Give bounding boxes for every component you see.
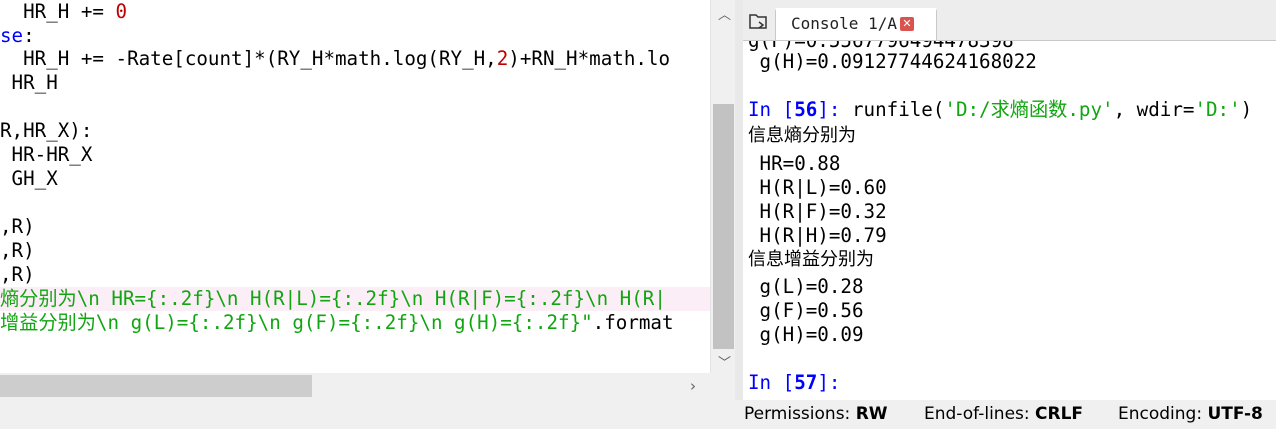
prompt-number: 56 bbox=[794, 98, 818, 121]
console-output[interactable]: g(F)=0.5567796494478398 g(H)=0.091277446… bbox=[743, 40, 1276, 401]
eol-value: CRLF bbox=[1035, 404, 1084, 424]
code-line[interactable]: ,R) bbox=[0, 239, 35, 263]
code-line[interactable]: R,HR_X): bbox=[0, 119, 92, 143]
code-line[interactable]: ,R) bbox=[0, 263, 35, 287]
code-token: : bbox=[23, 24, 35, 47]
permissions-value: RW bbox=[855, 404, 888, 424]
prompt-prefix: In [ bbox=[748, 98, 795, 121]
status-encoding: Encoding: UTF-8 bbox=[1118, 404, 1263, 424]
code-line[interactable]: se: bbox=[0, 24, 35, 48]
code-line[interactable]: HR_H bbox=[0, 71, 58, 95]
editor-horizontal-scrollbar[interactable]: › bbox=[0, 373, 710, 399]
tab-console[interactable]: Console 1/A ✕ bbox=[775, 8, 937, 40]
console-prompt-57[interactable]: In [57]: bbox=[748, 371, 840, 395]
code-token: 2 bbox=[496, 47, 509, 70]
encoding-value: UTF-8 bbox=[1207, 404, 1263, 424]
code-token: 0 bbox=[115, 0, 128, 23]
prompt-prefix: In [ bbox=[748, 371, 795, 394]
entropy-value: HR=0.88 bbox=[748, 152, 841, 175]
code-token: R,HR_X): bbox=[0, 119, 93, 142]
code-token: HR_H += bbox=[0, 0, 116, 23]
command-text: , wdir= bbox=[1113, 98, 1195, 121]
prompt-suffix: ]: bbox=[817, 371, 841, 394]
code-token: HR_H bbox=[0, 71, 58, 94]
scroll-right-arrow-icon[interactable]: › bbox=[690, 377, 696, 395]
entropy-value: H(R|F)=0.32 bbox=[748, 200, 887, 223]
code-token: )+RN_H*math.lo bbox=[508, 47, 671, 70]
code-token: 熵分别为\n HR={:.2f}\n H(R|L)={:.2f}\n H(R|F… bbox=[0, 287, 666, 310]
prompt-suffix: ]: bbox=[817, 98, 852, 121]
command-string-arg: 'D:/求熵函数.py' bbox=[944, 98, 1114, 121]
code-token: ,R) bbox=[0, 263, 35, 286]
code-token: ,R) bbox=[0, 215, 35, 238]
code-token: 增益分别为\n g(L)={:.2f}\n g(F)={:.2f}\n g(H)… bbox=[0, 311, 593, 334]
code-line[interactable]: HR_H += 0 bbox=[0, 0, 127, 24]
console-tab-bar: Console 1/A ✕ bbox=[743, 0, 1276, 40]
code-editor[interactable]: HR_H += 0 se: HR_H += -Rate[count]*(RY_H*… bbox=[0, 0, 710, 373]
prompt-number: 57 bbox=[794, 371, 818, 394]
entropy-heading: 信息熵分别为 bbox=[748, 125, 856, 146]
console-pane: Console 1/A ✕ g(F)=0.5567796494478398 g(… bbox=[743, 0, 1276, 401]
status-bar: Permissions: RW End-of-lines: CRLF Encod… bbox=[0, 400, 1276, 429]
gain-heading: 信息增益分别为 bbox=[748, 249, 874, 270]
status-end-of-lines: End-of-lines: CRLF bbox=[924, 404, 1083, 424]
encoding-label: Encoding: bbox=[1118, 404, 1203, 424]
command-string-arg: 'D:' bbox=[1194, 98, 1241, 121]
code-token: .format bbox=[592, 311, 674, 334]
code-token: GH_X bbox=[0, 167, 58, 190]
close-icon[interactable]: ✕ bbox=[900, 17, 914, 31]
command-text: ) bbox=[1240, 98, 1253, 121]
editor-horizontal-scroll-thumb[interactable] bbox=[0, 375, 312, 397]
command-text: runfile( bbox=[851, 98, 945, 121]
console-prompt-56: In [56]: runfile('D:/求熵函数.py', wdir='D:'… bbox=[748, 98, 1252, 122]
gain-value: g(L)=0.28 bbox=[748, 275, 864, 298]
pane-splitter[interactable] bbox=[735, 0, 743, 400]
code-token: HR_H += -Rate[count]*(RY_H*math.log(RY_H… bbox=[0, 47, 497, 70]
status-permissions: Permissions: RW bbox=[744, 404, 888, 424]
tab-console-label: Console 1/A bbox=[791, 14, 897, 33]
entropy-value: H(R|H)=0.79 bbox=[748, 224, 887, 247]
folder-icon[interactable] bbox=[749, 13, 767, 29]
code-line[interactable]: ,R) bbox=[0, 215, 35, 239]
entropy-value: H(R|L)=0.60 bbox=[748, 176, 887, 199]
code-line[interactable]: 增益分别为\n g(L)={:.2f}\n g(F)={:.2f}\n g(H)… bbox=[0, 311, 674, 335]
code-token: se bbox=[0, 24, 24, 47]
code-token: HR-HR_X bbox=[0, 143, 93, 166]
permissions-label: Permissions: bbox=[744, 404, 851, 424]
gain-value: g(F)=0.56 bbox=[748, 299, 864, 322]
editor-vertical-scrollbar[interactable]: ︿ ﹀ bbox=[710, 0, 736, 373]
gain-value: g(H)=0.09 bbox=[748, 323, 864, 346]
code-line[interactable]: HR-HR_X bbox=[0, 143, 93, 167]
code-line[interactable]: 熵分别为\n HR={:.2f}\n H(R|L)={:.2f}\n H(R|F… bbox=[0, 287, 710, 311]
code-line[interactable]: GH_X bbox=[0, 167, 58, 191]
scroll-down-arrow-icon[interactable]: ﹀ bbox=[718, 352, 731, 371]
eol-label: End-of-lines: bbox=[924, 404, 1030, 424]
code-line[interactable]: HR_H += -Rate[count]*(RY_H*math.log(RY_H… bbox=[0, 47, 670, 71]
editor-vertical-scroll-thumb[interactable] bbox=[713, 104, 734, 349]
scroll-up-arrow-icon[interactable]: ︿ bbox=[718, 4, 731, 23]
console-line-gH: g(H)=0.09127744624168022 bbox=[748, 50, 1037, 73]
code-token: ,R) bbox=[0, 239, 35, 262]
